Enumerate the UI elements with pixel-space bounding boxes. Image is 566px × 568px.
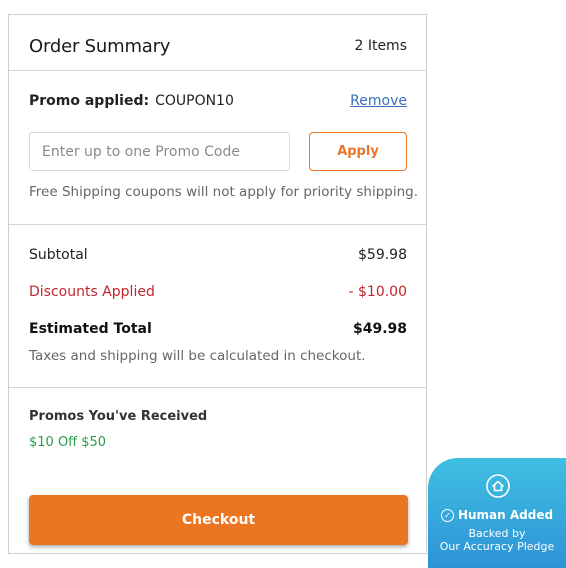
discount-row: Discounts Applied - $10.00 xyxy=(29,284,407,300)
badge-title-row: ✓ Human Added xyxy=(428,508,566,522)
estimated-total-row: Estimated Total $49.98 xyxy=(29,321,407,337)
totals-section: Subtotal $59.98 Discounts Applied - $10.… xyxy=(9,225,426,388)
discount-label: Discounts Applied xyxy=(29,284,155,300)
remove-promo-link[interactable]: Remove xyxy=(350,93,407,109)
apply-promo-button[interactable]: Apply xyxy=(309,132,407,171)
received-promo-item: $10 Off $50 xyxy=(29,435,107,450)
received-promos-heading: Promos You've Received xyxy=(29,409,208,424)
order-summary-title: Order Summary xyxy=(29,36,171,57)
item-count: 2 Items xyxy=(354,38,407,54)
shipping-note: Free Shipping coupons will not apply for… xyxy=(29,184,419,200)
tax-note: Taxes and shipping will be calculated in… xyxy=(29,348,366,364)
estimated-total-value: $49.98 xyxy=(352,321,407,337)
accuracy-pledge-badge[interactable]: ✓ Human Added Backed by Our Accuracy Pled… xyxy=(428,458,566,568)
promo-applied-code: COUPON10 xyxy=(155,93,234,109)
promo-section: Promo applied: COUPON10 Remove Apply Free… xyxy=(9,71,426,225)
check-circle-icon: ✓ xyxy=(440,509,454,522)
subtotal-label: Subtotal xyxy=(29,247,88,263)
house-icon xyxy=(486,474,510,498)
order-summary-header: Order Summary 2 Items xyxy=(9,15,426,71)
badge-title: Human Added xyxy=(457,508,554,522)
subtotal-value: $59.98 xyxy=(358,247,407,263)
order-summary-panel: Order Summary 2 Items Promo applied: COUP… xyxy=(8,14,427,554)
promo-applied: Promo applied: COUPON10 xyxy=(29,93,234,109)
subtotal-row: Subtotal $59.98 xyxy=(29,247,407,263)
promo-applied-label: Promo applied: xyxy=(29,93,150,109)
badge-line-2: Backed by xyxy=(468,527,526,540)
badge-line-3: Our Accuracy Pledge xyxy=(439,540,555,553)
promo-code-input[interactable] xyxy=(29,132,290,171)
discount-value: - $10.00 xyxy=(348,284,408,300)
checkout-button[interactable]: Checkout xyxy=(29,495,408,545)
estimated-total-label: Estimated Total xyxy=(29,321,152,337)
